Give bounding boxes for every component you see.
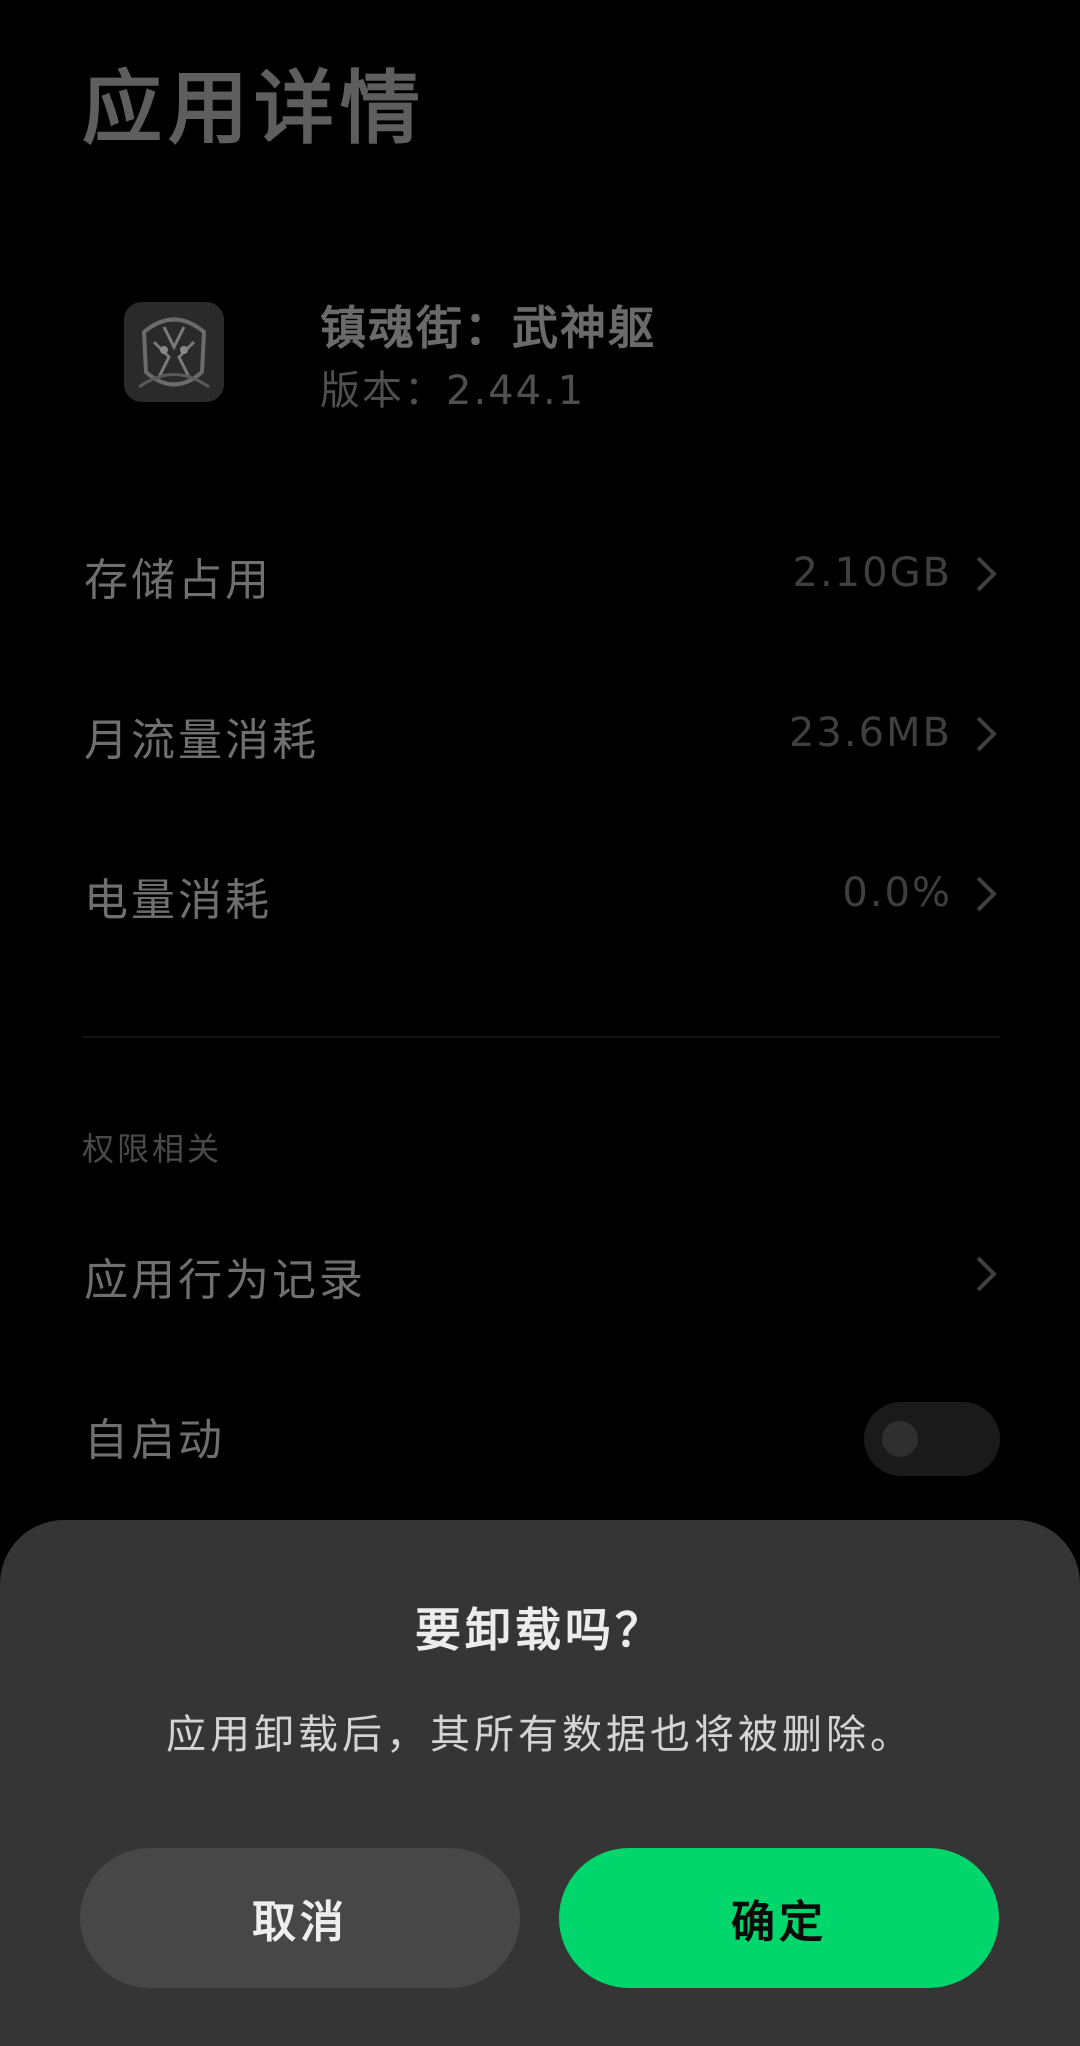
battery-usage-value: 0.0% <box>842 870 952 916</box>
permissions-section-label: 权限相关 <box>82 1130 223 1168</box>
cancel-button[interactable]: 取消 <box>80 1848 520 1988</box>
autostart-label: 自启动 <box>84 1415 225 1466</box>
storage-usage-value: 2.10GB <box>792 550 952 596</box>
divider <box>82 1036 1000 1038</box>
behavior-record-label: 应用行为记录 <box>84 1255 366 1306</box>
data-usage-label: 月流量消耗 <box>84 715 319 766</box>
app-header: 镇魂街：武神躯 版本：2.44.1 <box>0 280 1080 440</box>
dialog-message: 应用卸载后，其所有数据也将被删除。 <box>166 1712 914 1758</box>
dialog-title: 要卸载吗？ <box>415 1603 665 1657</box>
chevron-right-icon <box>976 716 997 752</box>
app-icon <box>124 302 224 402</box>
uninstall-dialog: 要卸载吗？ 应用卸载后，其所有数据也将被删除。 取消 确定 <box>0 1520 1080 2046</box>
storage-usage-label: 存储占用 <box>84 555 272 606</box>
storage-usage-row[interactable]: 存储占用 2.10GB <box>0 514 1080 634</box>
autostart-row: 自启动 <box>0 1374 1080 1494</box>
app-name: 镇魂街：武神躯 <box>320 301 656 355</box>
battery-usage-row[interactable]: 电量消耗 0.0% <box>0 834 1080 954</box>
confirm-button[interactable]: 确定 <box>559 1848 999 1988</box>
behavior-record-row[interactable]: 应用行为记录 <box>0 1214 1080 1334</box>
toggle-knob <box>882 1421 918 1457</box>
autostart-toggle[interactable] <box>864 1402 1000 1476</box>
data-usage-value: 23.6MB <box>788 710 952 756</box>
chevron-right-icon <box>976 876 997 912</box>
app-version: 版本：2.44.1 <box>320 368 586 414</box>
page-title: 应用详情 <box>82 62 426 155</box>
battery-usage-label: 电量消耗 <box>84 875 272 926</box>
data-usage-row[interactable]: 月流量消耗 23.6MB <box>0 674 1080 794</box>
chevron-right-icon <box>976 556 997 592</box>
chevron-right-icon <box>976 1256 997 1292</box>
